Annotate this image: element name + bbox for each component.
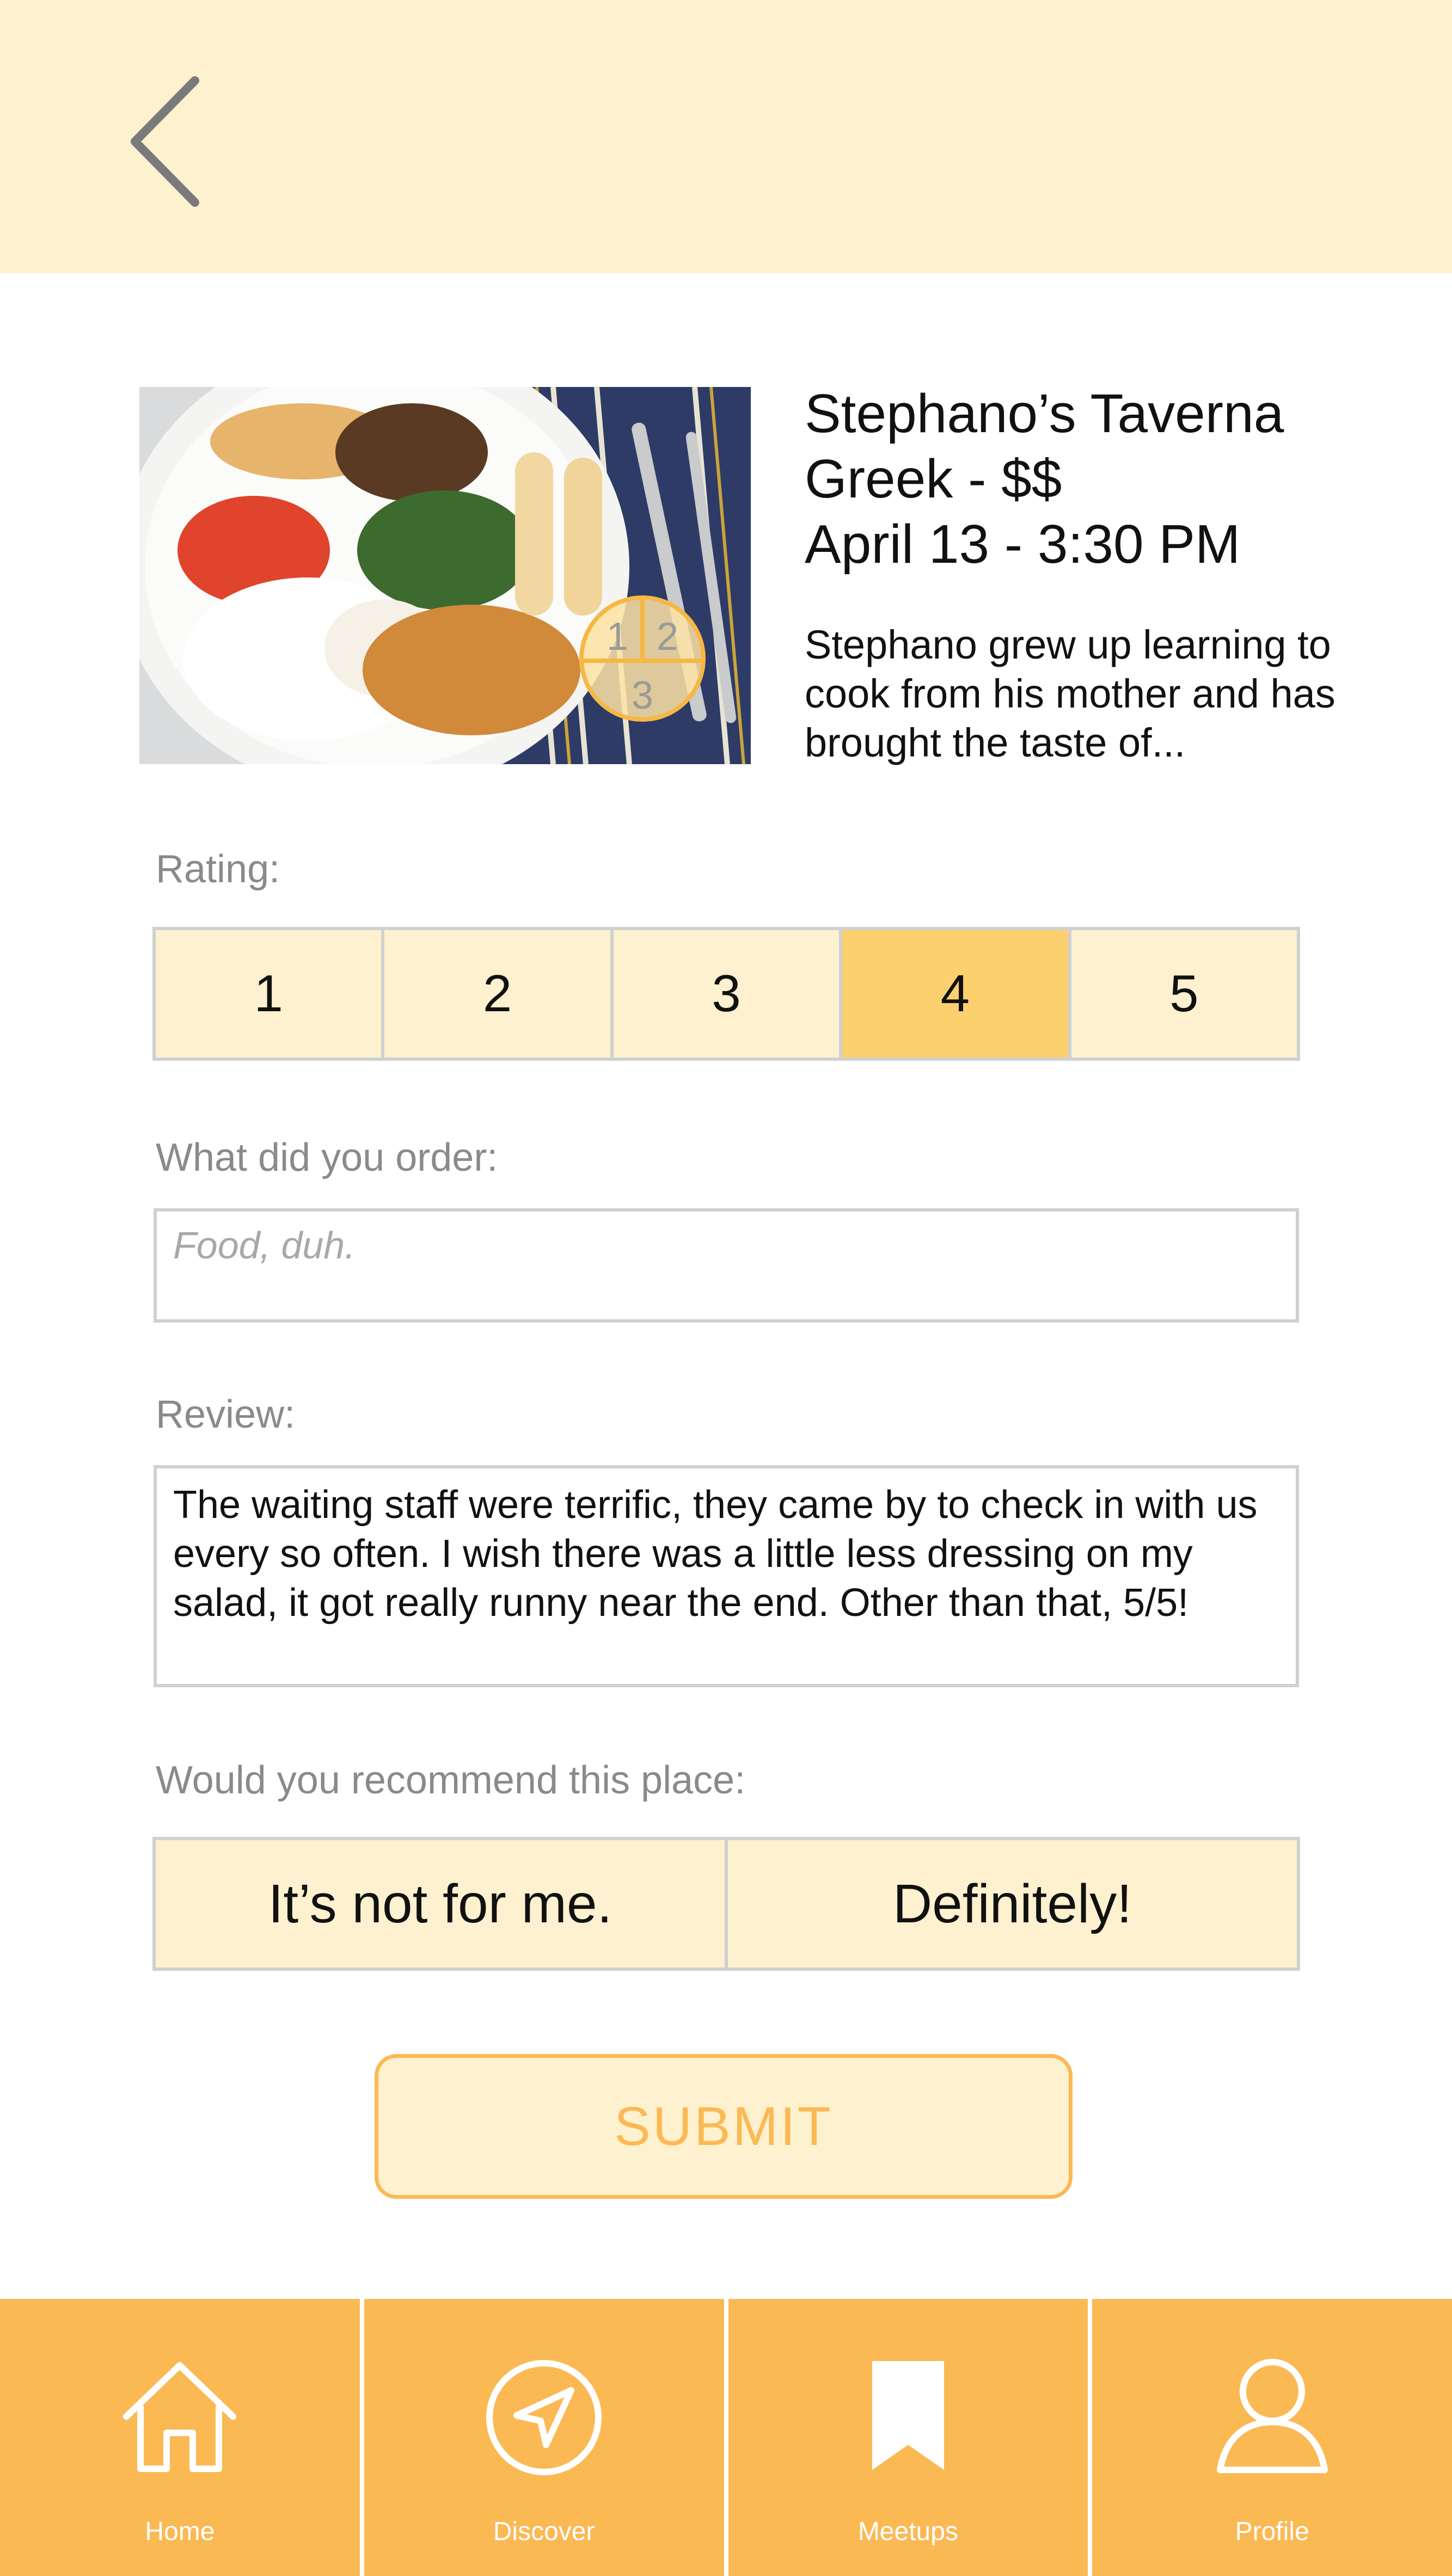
portion-2: 2 [657, 615, 678, 659]
portion-1: 1 [606, 615, 628, 659]
recommend-label: Would you recommend this place: [156, 1759, 746, 1802]
rating-label: Rating: [156, 847, 280, 891]
rating-option-1[interactable]: 1 [156, 930, 385, 1058]
home-icon [123, 2362, 237, 2472]
nav-meetups[interactable]: Meetups [728, 2299, 1088, 2576]
navigation-arrow-icon [486, 2360, 602, 2475]
recommend-no-button[interactable]: It’s not for me. [156, 1840, 728, 1968]
restaurant-info: Stephano’s Taverna Greek - $$ April 13 -… [805, 381, 1414, 767]
nav-discover[interactable]: Discover [364, 2299, 724, 2576]
chevron-left-icon [131, 76, 199, 207]
rating-selector: 1 2 3 4 5 [152, 927, 1300, 1061]
top-bar [0, 0, 1452, 273]
nav-profile[interactable]: Profile [1092, 2299, 1452, 2576]
restaurant-name: Stephano’s Taverna [805, 383, 1284, 444]
portion-badge: 1 2 3 [579, 595, 706, 722]
rating-option-5[interactable]: 5 [1071, 930, 1297, 1058]
rating-option-4[interactable]: 4 [842, 930, 1071, 1058]
back-button[interactable] [120, 71, 207, 212]
recommend-selector: It’s not for me. Definitely! [152, 1837, 1300, 1971]
nav-home-label: Home [145, 2517, 215, 2546]
order-label: What did you order: [156, 1136, 498, 1179]
nav-profile-label: Profile [1235, 2517, 1309, 2546]
user-icon [1216, 2359, 1328, 2473]
recommend-yes-button[interactable]: Definitely! [728, 1840, 1297, 1968]
nav-home[interactable]: Home [0, 2299, 360, 2576]
review-label: Review: [156, 1393, 296, 1436]
restaurant-category: Greek - $$ [805, 448, 1062, 509]
nav-discover-label: Discover [493, 2517, 595, 2546]
submit-button[interactable]: SUBMIT [375, 2054, 1073, 2199]
portion-3: 3 [632, 674, 653, 717]
nav-meetups-label: Meetups [857, 2517, 958, 2546]
rating-option-3[interactable]: 3 [614, 930, 843, 1058]
restaurant-description: Stephano grew up learning to cook from h… [805, 622, 1335, 765]
bottom-nav: Home Discover Meetups Profile [0, 2299, 1452, 2576]
bookmark-icon [872, 2361, 944, 2470]
review-textarea[interactable]: The waiting staff were terrific, they ca… [154, 1465, 1299, 1687]
order-input[interactable]: Food, duh. [154, 1208, 1299, 1323]
meetup-datetime: April 13 - 3:30 PM [805, 514, 1241, 575]
rating-option-2[interactable]: 2 [384, 930, 614, 1058]
